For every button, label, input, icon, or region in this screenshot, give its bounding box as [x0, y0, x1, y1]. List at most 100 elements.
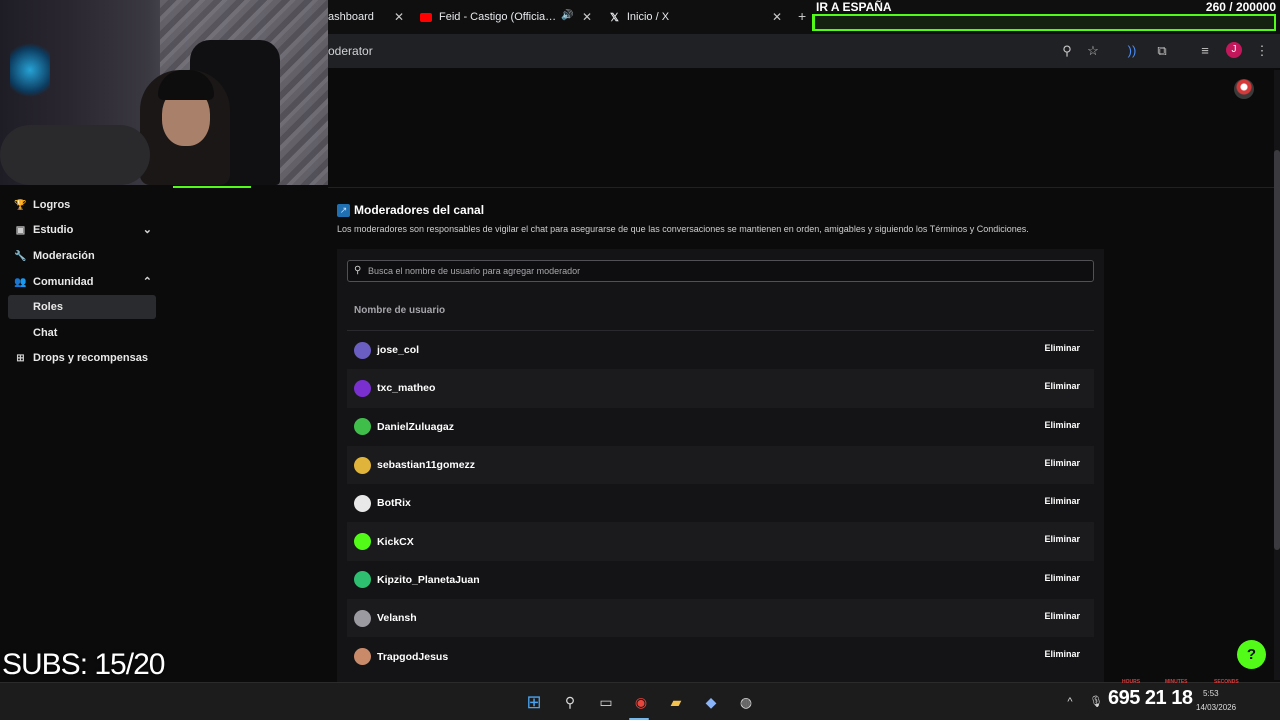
media-icon[interactable]: ≡	[1196, 42, 1214, 60]
windows-start-icon[interactable]: ⊞	[524, 693, 544, 711]
remove-moderator-button[interactable]: Eliminar	[1044, 343, 1080, 353]
chevron-up-icon: ⌃	[142, 276, 152, 288]
avatar[interactable]	[354, 571, 371, 589]
obs-icon[interactable]: ◍	[736, 693, 756, 711]
moderators-list: jose_col Eliminar txc_matheo Eliminar Daniel…	[347, 331, 1094, 676]
microphone-icon[interactable]: 🎙	[1086, 693, 1106, 711]
avatar[interactable]	[354, 418, 371, 436]
chevron-up-icon[interactable]: ^	[1060, 693, 1080, 711]
search-icon[interactable]: ⚲	[560, 693, 580, 711]
remove-moderator-button[interactable]: Eliminar	[1044, 611, 1080, 621]
sidebar-item-label: Logros	[33, 199, 71, 211]
webcam-led-light	[10, 40, 50, 100]
tab-label: Feid - Castigo (Official Vide	[439, 11, 557, 23]
moderator-name[interactable]: Kipzito_PlanetaJuan	[377, 574, 480, 586]
zoom-icon[interactable]: ⚲	[1058, 42, 1076, 60]
table-row: DanielZuluagaz Eliminar	[347, 408, 1094, 446]
moderator-name[interactable]: txc_matheo	[377, 382, 435, 394]
remove-moderator-button[interactable]: Eliminar	[1044, 420, 1080, 430]
user-avatar[interactable]	[1234, 79, 1254, 99]
table-row: jose_col Eliminar	[347, 331, 1094, 369]
remove-moderator-button[interactable]: Eliminar	[1044, 649, 1080, 659]
taskbar-clock-time[interactable]: 5:53	[1203, 689, 1219, 698]
sidebar-item-chat[interactable]: Chat	[8, 321, 156, 345]
sidebar-item-label: Estudio	[33, 224, 74, 236]
star-icon[interactable]: ☆	[1084, 42, 1102, 60]
tab-x[interactable]: 𝕏 Inicio / X ✕	[610, 4, 782, 30]
sidebar-item-drops[interactable]: ⊞ Drops y recompensas	[8, 346, 156, 370]
timer-label: HOURS	[1122, 679, 1141, 685]
close-icon[interactable]: ✕	[772, 10, 782, 24]
support-chat-button[interactable]: ?	[1237, 640, 1266, 669]
moderator-name[interactable]: jose_col	[377, 344, 419, 356]
page-title: Moderadores del canal	[354, 203, 485, 217]
wrench-icon: 🔧	[14, 250, 27, 262]
moderator-name[interactable]: Velansh	[377, 612, 417, 624]
close-icon[interactable]: ✕	[582, 10, 592, 24]
page-description: Los moderadores son responsables de vigi…	[337, 224, 1029, 234]
subathon-timer: 695 21 18	[1108, 687, 1193, 709]
avatar[interactable]	[354, 379, 371, 397]
remove-moderator-button[interactable]: Eliminar	[1044, 496, 1080, 506]
page-scrollbar[interactable]	[1274, 70, 1280, 680]
moderator-name[interactable]: TrapgodJesus	[377, 651, 448, 663]
sidebar-item-roles[interactable]: Roles	[8, 295, 156, 319]
column-header-username: Nombre de usuario	[354, 305, 446, 316]
subs-counter: SUBS: 15/20	[2, 648, 165, 681]
chevron-down-icon: ⌄	[142, 224, 152, 236]
scrollbar-thumb[interactable]	[1274, 150, 1280, 550]
chrome-icon[interactable]: ◉	[631, 693, 651, 711]
file-explorer-icon[interactable]: ▰	[666, 693, 686, 711]
taskbar-clock-date[interactable]: 14/03/2026	[1196, 703, 1236, 712]
table-row: Velansh Eliminar	[347, 599, 1094, 638]
gift-icon: ⊞	[16, 352, 25, 364]
youtube-icon	[420, 12, 432, 22]
extensions-icon[interactable]: ⧉	[1153, 42, 1171, 60]
remove-moderator-button[interactable]: Eliminar	[1044, 381, 1080, 391]
moderators-section-icon: ↗	[337, 204, 350, 217]
moderator-search[interactable]: ⚲	[347, 260, 1094, 282]
tab-dashboard[interactable]: ashboard ✕	[328, 4, 404, 30]
avatar[interactable]	[354, 609, 371, 627]
moderator-name[interactable]: sebastian11gomezz	[377, 459, 475, 471]
more-icon[interactable]: ⋮	[1253, 42, 1271, 60]
accent-underline	[173, 186, 251, 188]
url-text[interactable]: oderator	[328, 44, 373, 58]
plus-icon[interactable]: +	[798, 8, 806, 24]
timer-label: MINUTES	[1165, 679, 1188, 685]
app-icon[interactable]: ◆	[701, 693, 721, 711]
avatar[interactable]	[354, 494, 371, 512]
avatar[interactable]	[354, 648, 371, 666]
table-row: Kipzito_PlanetaJuan Eliminar	[347, 561, 1094, 599]
remove-moderator-button[interactable]: Eliminar	[1044, 534, 1080, 544]
sidebar-item-estudio[interactable]: ▣ Estudio ⌄	[8, 218, 156, 242]
tab-youtube[interactable]: Feid - Castigo (Official Vide 🔊 ✕	[420, 4, 592, 30]
sidebar-item-moderacion[interactable]: 🔧 Moderación	[8, 244, 156, 268]
avatar[interactable]	[354, 456, 371, 474]
table-row: BotRix Eliminar	[347, 484, 1094, 522]
close-icon[interactable]: ✕	[394, 10, 404, 24]
timer-label: SECONDS	[1214, 679, 1239, 685]
sidebar-item-comunidad[interactable]: 👥 Comunidad ⌃	[8, 270, 156, 294]
moderator-name[interactable]: BotRix	[377, 497, 411, 509]
profile-avatar[interactable]: J	[1226, 42, 1242, 58]
moderator-name[interactable]: DanielZuluagaz	[377, 421, 454, 433]
x-logo-icon: 𝕏	[610, 11, 619, 24]
webcam-feed	[0, 0, 328, 185]
trophy-icon: 🏆	[14, 199, 27, 211]
extension-wave-icon[interactable]: ))	[1123, 42, 1141, 60]
moderator-name[interactable]: KickCX	[377, 536, 414, 548]
table-row: sebastian11gomezz Eliminar	[347, 445, 1094, 485]
remove-moderator-button[interactable]: Eliminar	[1044, 458, 1080, 468]
search-icon: ⚲	[354, 265, 362, 276]
table-row: KickCX Eliminar	[347, 522, 1094, 561]
remove-moderator-button[interactable]: Eliminar	[1044, 573, 1080, 583]
sidebar-item-logros[interactable]: 🏆 Logros	[8, 193, 156, 217]
task-view-icon[interactable]: ▭	[596, 693, 616, 711]
taskbar: ⊞ ⚲ ▭ ◉ ▰ ◆ ◍ ^ 🎙	[0, 682, 1280, 720]
avatar[interactable]	[354, 341, 371, 359]
search-input[interactable]	[368, 261, 1068, 281]
people-icon: 👥	[14, 276, 27, 288]
speaker-icon[interactable]: 🔊	[561, 10, 573, 21]
avatar[interactable]	[354, 533, 371, 551]
